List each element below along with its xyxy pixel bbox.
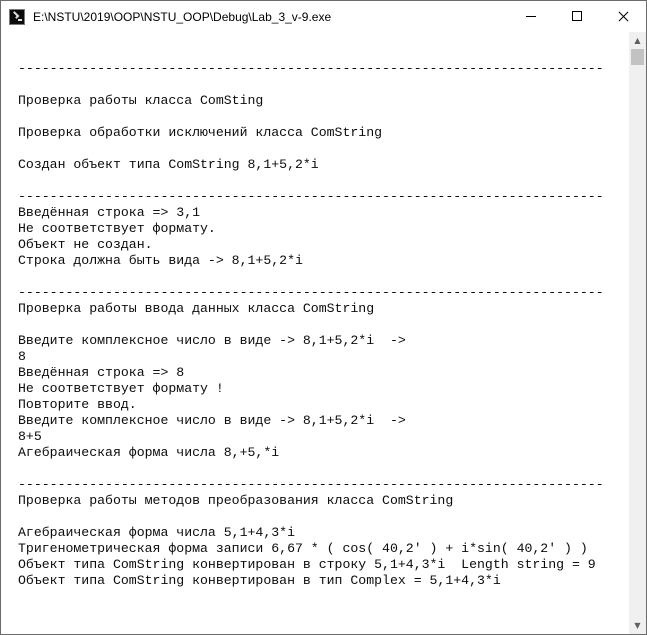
console-line: Проверка обработки исключений класса Com… [18, 125, 383, 140]
console-line: Введите комплексное число в виде -> 8,1+… [18, 333, 406, 348]
close-icon [618, 11, 629, 22]
title-bar[interactable]: E:\NSTU\2019\OOP\NSTU_OOP\Debug\Lab_3_v-… [1, 1, 646, 32]
console-app-icon[interactable] [9, 8, 25, 25]
close-button[interactable] [600, 1, 646, 32]
console-window: E:\NSTU\2019\OOP\NSTU_OOP\Debug\Lab_3_v-… [0, 0, 647, 635]
console-text: ----------------------------------------… [18, 45, 604, 589]
console-line: ----------------------------------------… [18, 189, 604, 204]
console-line: 8 [18, 349, 26, 364]
console-line: Создан объект типа ComString 8,1+5,2*i [18, 157, 319, 172]
scroll-down-arrow-icon: ▼ [634, 621, 641, 630]
scroll-down-button[interactable]: ▼ [629, 617, 646, 634]
console-line: Тригенометрическая форма записи 6,67 * (… [18, 541, 588, 556]
console-line: Строка должна быть вида -> 8,1+5,2*i [18, 253, 303, 268]
caption-buttons [508, 1, 646, 32]
scrollbar-thumb[interactable] [631, 49, 644, 65]
console-line: ----------------------------------------… [18, 61, 604, 76]
console-line: ----------------------------------------… [18, 477, 604, 492]
scroll-up-button[interactable]: ▲ [629, 32, 646, 49]
vertical-scrollbar[interactable]: ▲ ▼ [629, 32, 646, 634]
console-line: Проверка работы ввода данных класса ComS… [18, 301, 375, 316]
console-line: ----------------------------------------… [18, 285, 604, 300]
console-line: Введённая строка => 8 [18, 365, 185, 380]
console-line: Введите комплексное число в виде -> 8,1+… [18, 413, 406, 428]
console-line: Агебраическая форма числа 5,1+4,3*i [18, 525, 295, 540]
maximize-button[interactable] [554, 1, 600, 32]
console-output[interactable]: ----------------------------------------… [1, 32, 629, 634]
console-line: Повторите ввод. [18, 397, 137, 412]
console-line: Не соответствует формату. [18, 221, 216, 236]
console-line: Введённая строка => 3,1 [18, 205, 201, 220]
console-line: Не соответствует формату ! [18, 381, 224, 396]
console-line: Проверка работы класса ComSting [18, 93, 264, 108]
console-line: Агебраическая форма числа 8,+5,*i [18, 445, 280, 460]
console-line: Проверка работы методов преобразования к… [18, 493, 454, 508]
minimize-icon [526, 16, 536, 17]
window-title: E:\NSTU\2019\OOP\NSTU_OOP\Debug\Lab_3_v-… [33, 9, 332, 24]
console-line: Объект типа ComString конвертирован в ти… [18, 573, 501, 588]
console-line: Объект типа ComString конвертирован в ст… [18, 557, 596, 572]
scroll-up-arrow-icon: ▲ [634, 36, 641, 45]
minimize-button[interactable] [508, 1, 554, 32]
maximize-icon [572, 11, 582, 21]
console-line: Объект не создан. [18, 237, 153, 252]
console-line: 8+5 [18, 429, 42, 444]
